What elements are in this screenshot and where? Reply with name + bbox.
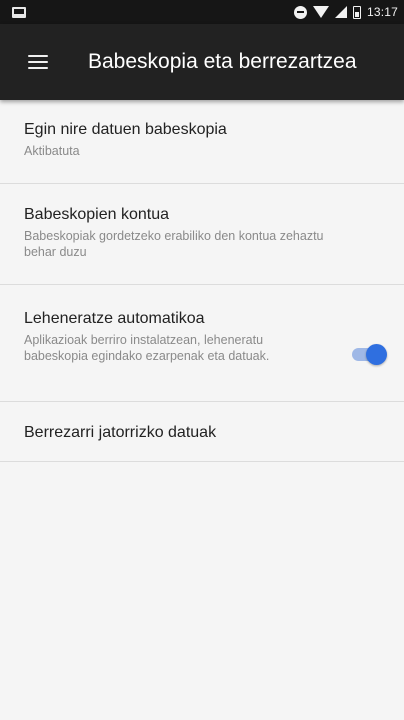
backup-account-setting[interactable]: Babeskopien kontua Babeskopiak gordetzek… [0, 184, 404, 285]
signal-icon [334, 6, 347, 18]
auto-restore-title: Leheneratze automatikoa [24, 310, 205, 327]
backup-account-title: Babeskopien kontua [24, 206, 169, 223]
backup-data-setting[interactable]: Egin nire datuen babeskopia Aktibatuta [0, 100, 404, 184]
factory-reset-setting[interactable]: Berrezarri jatorrizko datuak [0, 402, 404, 462]
backup-account-summary: Babeskopiak gordetzeko erabiliko den kon… [24, 229, 324, 259]
page-title: Babeskopia eta berrezartzea [88, 50, 357, 73]
notification-icon [12, 6, 26, 18]
status-time: 13:17 [366, 5, 398, 19]
toggle-thumb [366, 344, 387, 365]
battery-icon [352, 5, 361, 19]
hamburger-menu-icon [28, 55, 48, 70]
app-bar: Babeskopia eta berrezartzea [0, 24, 404, 100]
menu-button[interactable] [10, 34, 66, 90]
auto-restore-summary: Aplikazioak berriro instalatzean, lehene… [24, 333, 270, 363]
do-not-disturb-icon [293, 5, 307, 19]
status-bar: 13:17 [0, 0, 404, 24]
factory-reset-title: Berrezarri jatorrizko datuak [24, 424, 217, 441]
backup-data-summary: Aktibatuta [24, 144, 80, 158]
backup-data-title: Egin nire datuen babeskopia [24, 121, 227, 138]
auto-restore-toggle[interactable] [350, 342, 387, 366]
status-icons: 13:17 [293, 5, 398, 19]
settings-list: Egin nire datuen babeskopia Aktibatuta B… [0, 100, 404, 462]
wifi-icon [312, 6, 329, 18]
auto-restore-setting[interactable]: Leheneratze automatikoa Aplikazioak berr… [0, 285, 404, 402]
